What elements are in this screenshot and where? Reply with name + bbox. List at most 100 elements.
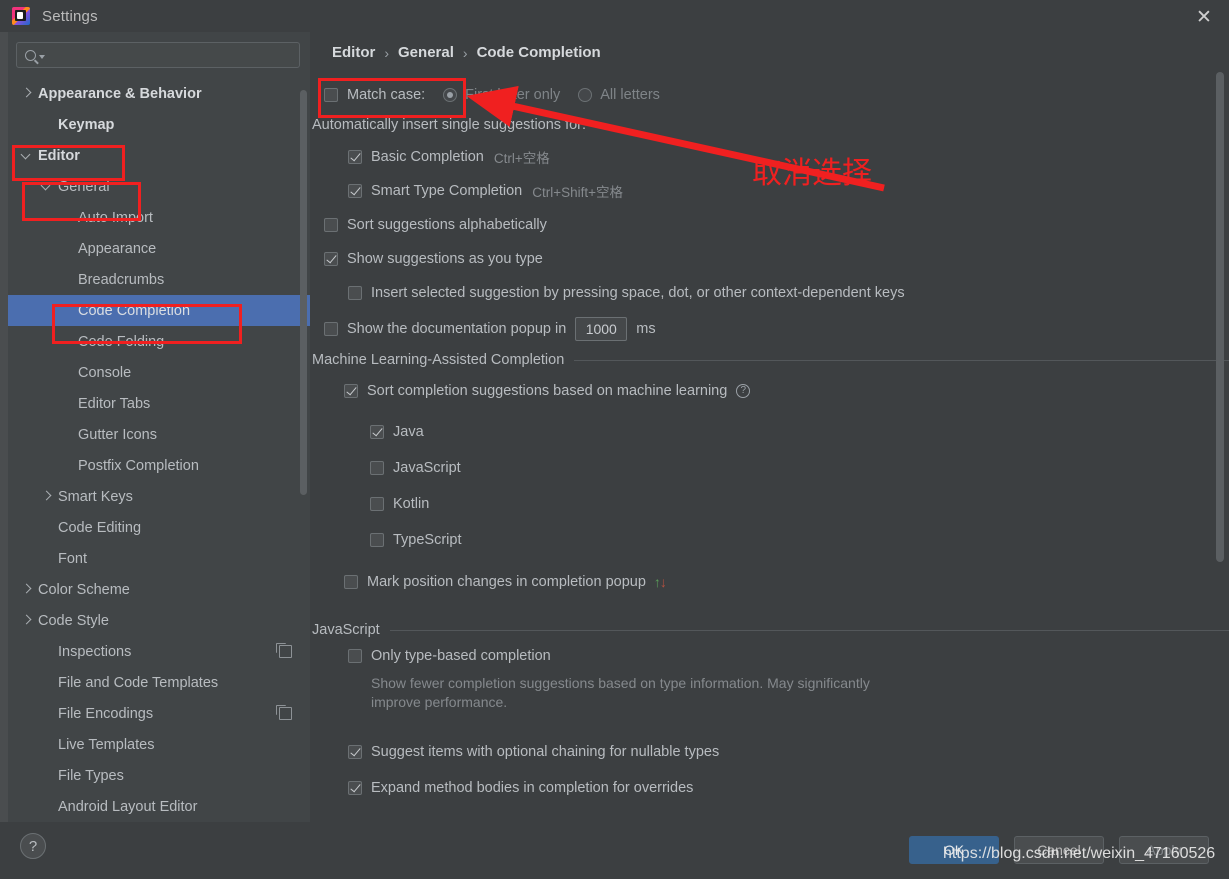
sidebar-item-label: Breadcrumbs (78, 271, 165, 288)
sidebar-item-postfix-completion[interactable]: Postfix Completion (8, 450, 310, 481)
sidebar-item-code-completion[interactable]: Code Completion (8, 295, 310, 326)
sidebar-item-code-editing[interactable]: Code Editing (8, 512, 310, 543)
breadcrumb-editor[interactable]: Editor (332, 44, 375, 61)
mark-position-row: Mark position changes in completion popu… (344, 558, 1229, 606)
js-section-header: JavaScript (312, 622, 1229, 638)
copy-settings-icon[interactable] (276, 705, 292, 720)
section-divider (574, 359, 1229, 361)
sidebar-item-auto-import[interactable]: Auto Import (8, 202, 310, 233)
js-only-type-checkbox[interactable] (348, 649, 362, 663)
chevron-down-icon[interactable] (42, 182, 51, 191)
help-button[interactable]: ? (20, 833, 46, 859)
js-optional-chaining-checkbox[interactable] (348, 745, 362, 759)
search-box[interactable] (16, 42, 300, 68)
ml-language-checkbox-typescript[interactable] (370, 533, 384, 547)
sidebar-item-keymap[interactable]: Keymap (8, 109, 310, 140)
smart-type-completion-row: Smart Type Completion Ctrl+Shift+空格 (348, 174, 1229, 208)
sidebar-item-smart-keys[interactable]: Smart Keys (8, 481, 310, 512)
auto-insert-header: Automatically insert single suggestions … (312, 117, 587, 133)
doc-popup-checkbox[interactable] (324, 322, 338, 336)
sidebar-item-label: Postfix Completion (78, 457, 199, 474)
insert-selected-checkbox[interactable] (348, 286, 362, 300)
sidebar-item-label: Code Folding (78, 333, 165, 350)
sidebar-item-file-and-code-templates[interactable]: File and Code Templates (8, 667, 310, 698)
sidebar-item-console[interactable]: Console (8, 357, 310, 388)
copy-settings-icon[interactable] (276, 643, 292, 658)
sidebar-item-android-layout-editor[interactable]: Android Layout Editor (8, 791, 310, 822)
sidebar-item-editor[interactable]: Editor (8, 140, 310, 171)
ml-language-checkbox-java[interactable] (370, 425, 384, 439)
chevron-right-icon[interactable] (22, 89, 31, 98)
arrow-up-down-icon: ↑↓ (654, 574, 667, 590)
cancel-button[interactable]: Cancel (1014, 836, 1104, 864)
close-icon[interactable]: ✕ (1193, 6, 1215, 28)
sidebar-item-font[interactable]: Font (8, 543, 310, 574)
ml-language-row-typescript: TypeScript (370, 522, 1229, 558)
ml-sort-label: Sort completion suggestions based on mac… (367, 383, 728, 399)
basic-completion-checkbox[interactable] (348, 150, 362, 164)
sidebar-item-label: Editor Tabs (78, 395, 151, 412)
sidebar-item-file-encodings[interactable]: File Encodings (8, 698, 310, 729)
all-letters-radio[interactable] (578, 88, 593, 102)
arrow-down-icon: ↓ (659, 574, 667, 590)
sort-alphabetically-checkbox[interactable] (324, 218, 338, 232)
js-section-title: JavaScript (312, 622, 380, 638)
sidebar-item-breadcrumbs[interactable]: Breadcrumbs (8, 264, 310, 295)
sidebar-item-code-style[interactable]: Code Style (8, 605, 310, 636)
chevron-down-icon[interactable] (22, 151, 31, 160)
ml-sort-checkbox[interactable] (344, 384, 358, 398)
ml-language-row-java: Java (370, 414, 1229, 450)
ml-language-checkbox-javascript[interactable] (370, 461, 384, 475)
ok-button[interactable]: OK (909, 836, 999, 864)
ml-languages-list: Java JavaScript Kotlin TypeScript (310, 414, 1229, 558)
match-case-row: Match case: First letter only All letter… (324, 80, 1229, 110)
insert-selected-label: Insert selected suggestion by pressing s… (371, 285, 905, 301)
breadcrumb-general[interactable]: General (398, 44, 454, 61)
sidebar-item-label: Android Layout Editor (58, 798, 198, 815)
settings-dialog: Settings ✕ Appearance & Behavior Keymap Ed… (0, 0, 1229, 879)
sidebar-item-color-scheme[interactable]: Color Scheme (8, 574, 310, 605)
chevron-right-icon[interactable] (42, 492, 51, 501)
sidebar-item-editor-tabs[interactable]: Editor Tabs (8, 388, 310, 419)
sidebar-item-label: Console (78, 364, 132, 381)
sidebar-item-file-types[interactable]: File Types (8, 760, 310, 791)
mark-position-checkbox[interactable] (344, 575, 358, 589)
js-only-type-row: Only type-based completion (348, 638, 1229, 674)
smart-type-completion-checkbox[interactable] (348, 184, 362, 198)
first-letter-only-radio[interactable] (443, 88, 458, 102)
show-suggestions-checkbox[interactable] (324, 252, 338, 266)
help-icon[interactable]: ? (736, 384, 751, 398)
match-case-checkbox[interactable] (324, 88, 338, 102)
main-scrollbar-thumb[interactable] (1216, 72, 1224, 562)
sidebar-item-gutter-icons[interactable]: Gutter Icons (8, 419, 310, 450)
sidebar-item-live-templates[interactable]: Live Templates (8, 729, 310, 760)
settings-content: Match case: First letter only All letter… (310, 80, 1229, 806)
sidebar-item-code-folding[interactable]: Code Folding (8, 326, 310, 357)
chevron-right-icon[interactable] (22, 616, 31, 625)
doc-popup-delay-input[interactable]: 1000 (575, 317, 628, 341)
ml-language-checkbox-kotlin[interactable] (370, 497, 384, 511)
sidebar-item-general[interactable]: General (8, 171, 310, 202)
sidebar-item-appearance[interactable]: Appearance (8, 233, 310, 264)
sidebar-item-inspections[interactable]: Inspections (8, 636, 310, 667)
js-expand-bodies-checkbox[interactable] (348, 781, 362, 795)
sidebar-item-appearance-behavior[interactable]: Appearance & Behavior (8, 78, 310, 109)
search-input[interactable] (51, 47, 299, 63)
ml-language-label: Java (393, 424, 424, 440)
doc-popup-row: Show the documentation popup in 1000 ms (324, 310, 1229, 348)
breadcrumb-code-completion: Code Completion (476, 44, 601, 61)
settings-main-panel: Editor › General › Code Completion Match… (310, 32, 1229, 822)
sidebar-item-label: Color Scheme (38, 581, 130, 598)
settings-tree: Appearance & Behavior Keymap Editor General… (8, 78, 310, 822)
basic-completion-label: Basic Completion (371, 149, 484, 165)
ml-language-row-javascript: JavaScript (370, 450, 1229, 486)
js-optional-chaining-row: Suggest items with optional chaining for… (348, 734, 1229, 770)
ml-language-row-kotlin: Kotlin (370, 486, 1229, 522)
sort-alphabetically-label: Sort suggestions alphabetically (347, 217, 547, 233)
basic-completion-shortcut: Ctrl+空格 (493, 151, 550, 166)
ml-language-label: TypeScript (393, 532, 462, 548)
chevron-right-icon[interactable] (22, 585, 31, 594)
apply-button[interactable]: Apply (1119, 836, 1209, 864)
sidebar-scrollbar-thumb[interactable] (300, 90, 307, 495)
sidebar-item-label: Editor (38, 147, 80, 164)
